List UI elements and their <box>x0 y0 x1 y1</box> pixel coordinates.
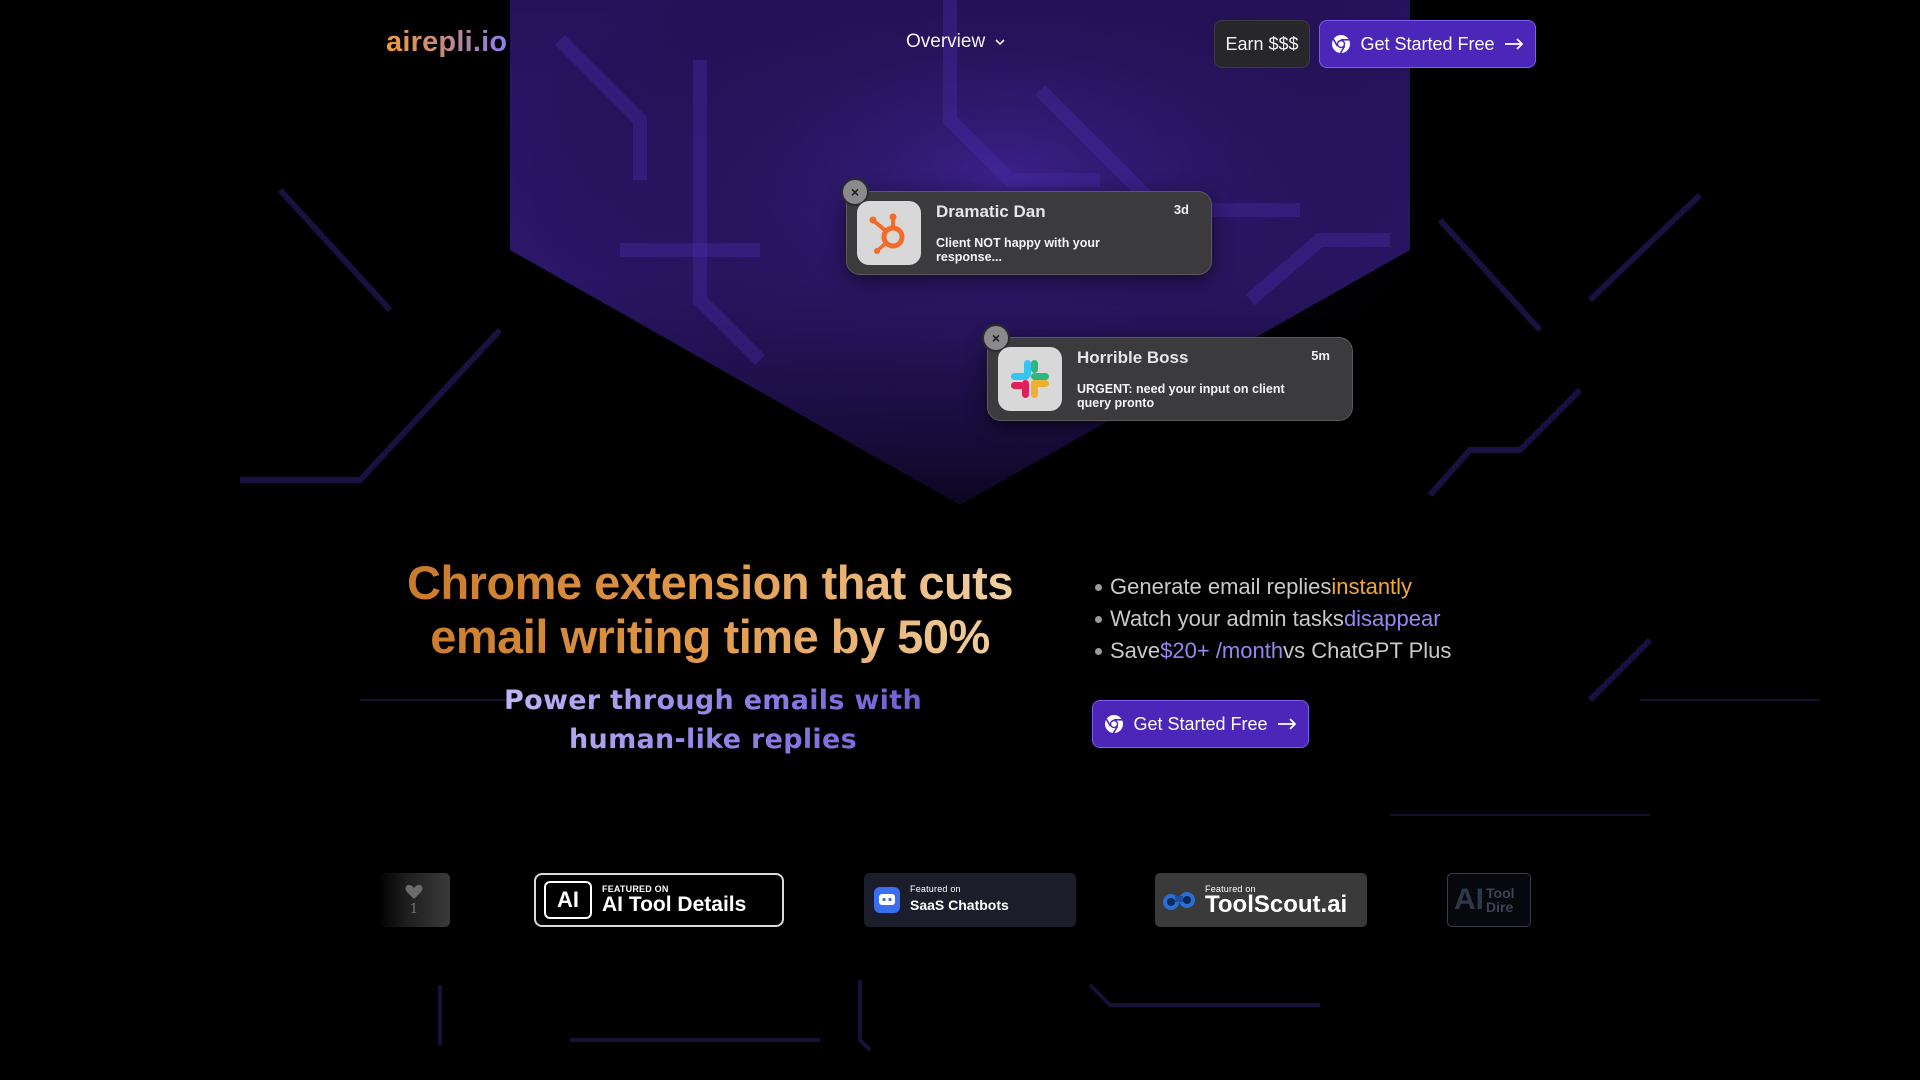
bullet-highlight: disappear <box>1343 606 1441 631</box>
chrome-icon <box>1105 715 1124 734</box>
bullet-highlight: $20+ /month <box>1160 638 1284 663</box>
heart-icon <box>405 884 423 899</box>
bullet-text: Generate email replies <box>1110 574 1332 599</box>
bullet-dot-icon <box>1095 615 1102 623</box>
badge-title: SaaS Chatbots <box>910 897 1009 913</box>
earn-button[interactable]: Earn $$$ <box>1214 20 1310 68</box>
notification-sender: Dramatic Dan <box>936 202 1046 221</box>
badge-title: AI Tool Details <box>602 893 747 916</box>
feature-bullet: Save $20+ /month vs ChatGPT Plus <box>1092 635 1451 667</box>
hero-subtitle-line-1: Power through emails with <box>504 685 922 716</box>
notification-card-dramatic-dan[interactable]: × Dramatic Dan 3d Client NOT happy with … <box>841 178 1212 275</box>
ai-directory-logo: AI <box>1454 883 1484 916</box>
featured-badge-upvote[interactable]: 1 <box>378 873 450 927</box>
upvote-count: 1 <box>409 901 419 917</box>
get-started-free-button-header[interactable]: Get Started Free <box>1319 20 1536 68</box>
notification-sender: Horrible Boss <box>1077 348 1189 367</box>
get-started-free-button-hero[interactable]: Get Started Free <box>1092 700 1309 748</box>
bullet-text: Watch your admin tasks <box>1110 606 1344 631</box>
arrow-right-icon <box>1277 718 1296 730</box>
notification-message: Client NOT happy with your response... <box>936 236 1100 264</box>
hero-title: Chrome extension that cuts email writing… <box>395 556 1025 664</box>
notification-message: URGENT: need your input on client query … <box>1077 382 1285 410</box>
featured-on-text: Featured on <box>910 884 961 894</box>
notification-time: 5m <box>1311 348 1330 363</box>
nav-overview-dropdown[interactable]: Overview <box>906 31 1005 53</box>
notification-time: 3d <box>1173 202 1189 217</box>
badge-title: ToolScout.ai <box>1205 891 1348 918</box>
feature-bullet: Watch your admin tasks disappear <box>1092 603 1451 635</box>
feature-bullet: Generate email replies instantly <box>1092 571 1451 603</box>
featured-badge-toolscout[interactable]: Featured on ToolScout.ai <box>1155 873 1367 927</box>
featured-badge-saas-chatbots[interactable]: Featured on SaaS Chatbots <box>864 873 1076 927</box>
hero-subtitle: Power through emails with human-like rep… <box>470 681 956 759</box>
hero-title-line-2: email writing time by 50% <box>430 610 990 663</box>
hero-subtitle-line-2: human-like replies <box>569 724 857 755</box>
chevron-down-icon <box>995 39 1005 46</box>
binoculars-icon <box>1163 892 1195 910</box>
slack-icon <box>998 347 1062 411</box>
hero-title-line-1: Chrome extension that cuts <box>407 556 1013 609</box>
notification-card-horrible-boss[interactable]: × Horrible Boss 5m URGENT: need your inp… <box>982 324 1353 421</box>
hubspot-icon <box>857 201 921 265</box>
chatbot-icon <box>874 887 900 913</box>
bullet-dot-icon <box>1095 647 1102 655</box>
chrome-icon <box>1332 35 1351 54</box>
site-logo[interactable]: airepli.io <box>386 26 507 59</box>
get-started-free-label: Get Started Free <box>1360 33 1495 54</box>
nav-overview-label: Overview <box>906 31 986 52</box>
bullet-text: Save <box>1110 638 1161 663</box>
bullet-highlight: instantly <box>1331 574 1413 599</box>
feature-bullet-list: Generate email replies instantly Watch y… <box>1092 571 1451 667</box>
ai-logo-icon: AI <box>544 881 592 919</box>
arrow-right-icon <box>1504 38 1523 50</box>
bullet-suffix: vs ChatGPT Plus <box>1283 638 1452 663</box>
badge-title-line-2: Dire <box>1486 899 1514 915</box>
featured-badge-ai-tool-directory[interactable]: AI Tool Dire <box>1447 873 1531 927</box>
get-started-free-label: Get Started Free <box>1133 713 1268 734</box>
featured-badge-ai-tool-details[interactable]: AI FEATURED ON AI Tool Details <box>534 873 784 927</box>
badge-title-line-1: Tool <box>1486 885 1515 901</box>
bullet-dot-icon <box>1095 583 1102 591</box>
